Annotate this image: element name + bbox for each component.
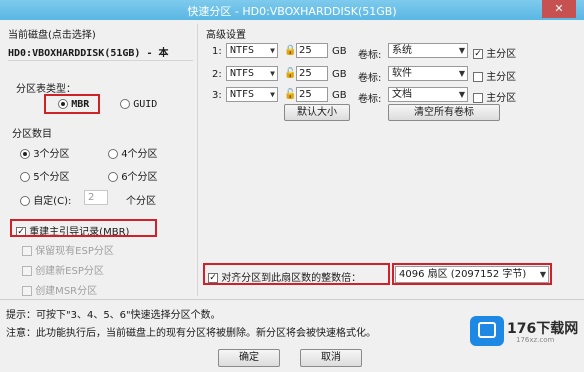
- guid-radio-dot[interactable]: [120, 99, 130, 109]
- custom-label: 自定(C):: [33, 196, 72, 207]
- align-select-highlight: [392, 263, 552, 285]
- quick-partition-dialog: 快速分区 - HD0:VBOXHARDDISK(51GB) ✕ 当前磁盘(点击选…: [0, 0, 584, 372]
- row1-size-input[interactable]: 25: [296, 43, 328, 58]
- row2-num: 2:: [212, 69, 222, 80]
- keep-esp-check[interactable]: [22, 246, 32, 256]
- row3-vol-label: 卷标:: [358, 94, 382, 105]
- unlock-icon: 🔓: [284, 68, 297, 79]
- count-5-dot[interactable]: [20, 172, 30, 182]
- watermark-brand: 176下载网: [507, 321, 579, 337]
- cancel-button[interactable]: 取消: [300, 349, 362, 367]
- count-4-label: 4个分区: [121, 149, 158, 160]
- count-3-radio[interactable]: 3个分区: [20, 145, 70, 160]
- advanced-settings-label: 高级设置: [206, 30, 246, 41]
- row3-primary-checkbox[interactable]: 主分区: [473, 89, 516, 104]
- disk-selector[interactable]: HD0:VBOXHARDDISK(51GB) - 本: [8, 44, 169, 59]
- row1-unit: GB: [332, 46, 347, 57]
- title-bar: 快速分区 - HD0:VBOXHARDDISK(51GB) ✕: [0, 0, 584, 20]
- row1-vol-value: 系统: [392, 45, 412, 56]
- row2-primary-label: 主分区: [486, 72, 517, 83]
- chevron-down-icon: ▼: [458, 46, 465, 55]
- close-button[interactable]: ✕: [542, 0, 576, 18]
- row1-fs-value: NTFS: [230, 45, 255, 56]
- guid-label: GUID: [133, 99, 158, 110]
- row2-vol-label: 卷标:: [358, 73, 382, 84]
- site-logo-icon: [470, 316, 504, 346]
- row1-num: 1:: [212, 46, 222, 57]
- row3-fs-select[interactable]: NTFS ▼: [226, 87, 278, 102]
- bottom-divider: [0, 299, 584, 300]
- mbr-highlight: [44, 94, 100, 114]
- custom-count-value: 2: [88, 192, 95, 203]
- ok-button[interactable]: 确定: [218, 349, 280, 367]
- chevron-down-icon: ▼: [458, 90, 465, 99]
- keep-esp-checkbox[interactable]: 保留现有ESP分区: [22, 242, 114, 257]
- create-esp-label: 创建新ESP分区: [35, 266, 104, 277]
- clear-labels-button[interactable]: 清空所有卷标: [388, 104, 500, 121]
- row2-unit: GB: [332, 69, 347, 80]
- chevron-down-icon: ▼: [458, 69, 465, 78]
- count-5-radio[interactable]: 5个分区: [20, 168, 70, 183]
- keep-esp-label: 保留现有ESP分区: [35, 246, 114, 257]
- row1-vol-select[interactable]: 系统 ▼: [388, 43, 468, 58]
- row1-vol-label: 卷标:: [358, 50, 382, 61]
- panel-divider: [197, 24, 198, 296]
- window-title: 快速分区 - HD0:VBOXHARDDISK(51GB): [187, 5, 397, 18]
- note-text: 注意：此功能执行后，当前磁盘上的现有分区将被删除。新分区将会被快速格式化。: [6, 328, 376, 339]
- partition-table-type-label: 分区表类型：: [16, 84, 76, 95]
- logo-box-icon: [478, 322, 496, 338]
- chevron-down-icon: ▼: [270, 46, 275, 55]
- tip-text: 提示：可按下"3、4、5、6"快速选择分区个数。: [6, 310, 221, 321]
- count-3-label: 3个分区: [33, 149, 70, 160]
- chevron-down-icon: ▼: [270, 69, 275, 78]
- row3-size-input[interactable]: 25: [296, 87, 328, 102]
- create-esp-checkbox[interactable]: 创建新ESP分区: [22, 262, 104, 277]
- custom-suffix: 个分区: [126, 196, 156, 207]
- row3-vol-value: 文档: [392, 89, 412, 100]
- partition-count-label: 分区数目: [12, 129, 52, 140]
- count-5-label: 5个分区: [33, 172, 70, 183]
- row2-fs-select[interactable]: NTFS ▼: [226, 66, 278, 81]
- default-size-button[interactable]: 默认大小: [284, 104, 350, 121]
- create-msr-label: 创建MSR分区: [35, 286, 98, 297]
- create-msr-check[interactable]: [22, 286, 32, 296]
- unlock-icon: 🔓: [284, 89, 297, 100]
- count-6-dot[interactable]: [108, 172, 118, 182]
- count-6-radio[interactable]: 6个分区: [108, 168, 158, 183]
- create-msr-checkbox[interactable]: 创建MSR分区: [22, 282, 97, 297]
- guid-radio[interactable]: GUID: [120, 99, 157, 110]
- row2-size-input[interactable]: 25: [296, 66, 328, 81]
- lock-icon: 🔒: [284, 45, 297, 56]
- current-disk-label: 当前磁盘(点击选择): [8, 30, 96, 41]
- custom-radio[interactable]: 自定(C):: [20, 192, 71, 207]
- row2-primary-check[interactable]: [473, 72, 483, 82]
- row2-primary-checkbox[interactable]: 主分区: [473, 68, 516, 83]
- row1-primary-label: 主分区: [486, 49, 517, 60]
- row3-vol-select[interactable]: 文档 ▼: [388, 87, 468, 102]
- divider: [8, 60, 193, 61]
- count-4-radio[interactable]: 4个分区: [108, 145, 158, 160]
- custom-radio-dot[interactable]: [20, 196, 30, 206]
- align-highlight: [203, 263, 390, 285]
- watermark-url: 176xz.com: [516, 336, 555, 344]
- create-esp-check[interactable]: [22, 266, 32, 276]
- row3-primary-label: 主分区: [486, 93, 517, 104]
- row3-num: 3:: [212, 90, 222, 101]
- row3-primary-check[interactable]: [473, 93, 483, 103]
- rebuild-mbr-highlight: [10, 219, 157, 237]
- row2-vol-select[interactable]: 软件 ▼: [388, 66, 468, 81]
- row1-fs-select[interactable]: NTFS ▼: [226, 43, 278, 58]
- row1-primary-check[interactable]: [473, 49, 483, 59]
- row2-fs-value: NTFS: [230, 68, 255, 79]
- row3-fs-value: NTFS: [230, 89, 255, 100]
- row3-unit: GB: [332, 90, 347, 101]
- row2-vol-value: 软件: [392, 68, 412, 79]
- count-4-dot[interactable]: [108, 149, 118, 159]
- count-3-dot[interactable]: [20, 149, 30, 159]
- custom-count-select[interactable]: 2: [84, 190, 108, 205]
- count-6-label: 6个分区: [121, 172, 158, 183]
- chevron-down-icon: ▼: [270, 90, 275, 99]
- row1-primary-checkbox[interactable]: 主分区: [473, 45, 516, 60]
